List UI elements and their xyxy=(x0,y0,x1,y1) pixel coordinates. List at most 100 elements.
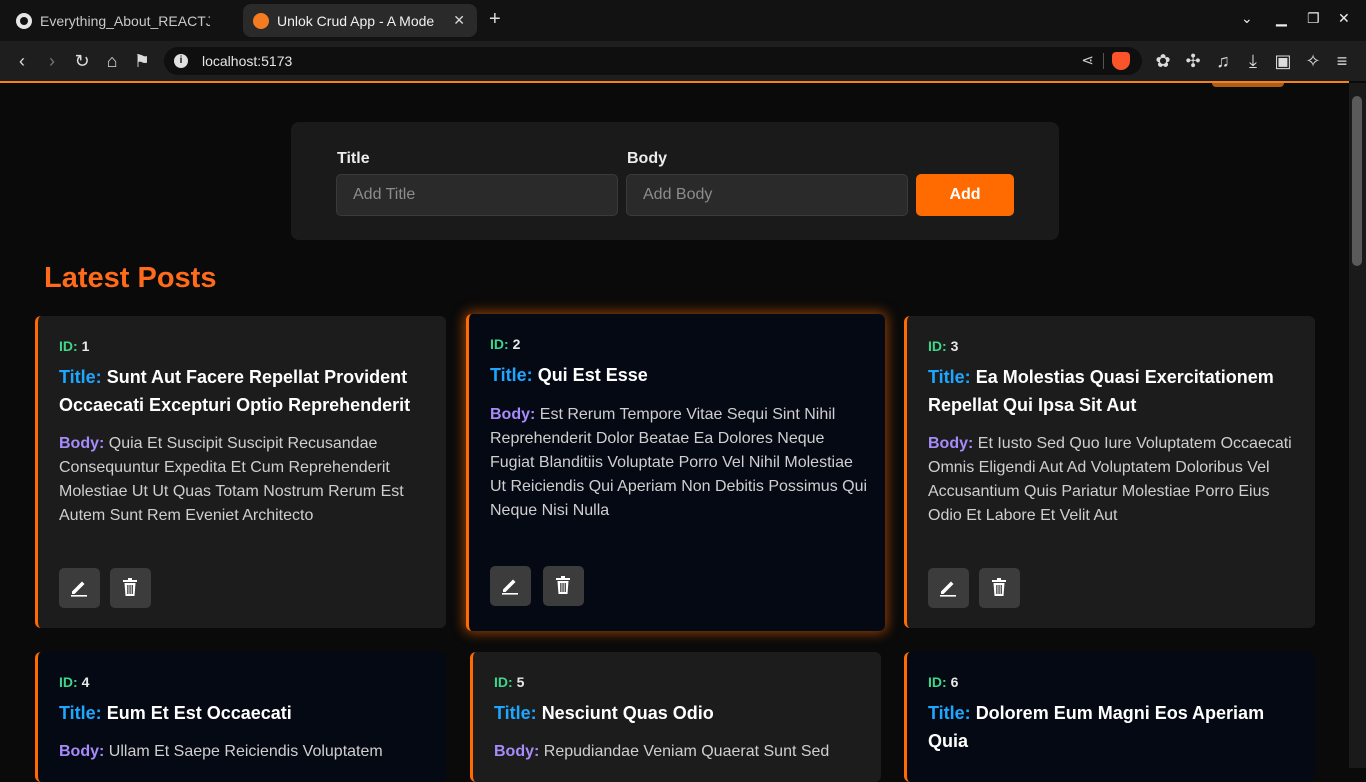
post-title-text: Qui Est Esse xyxy=(537,365,648,385)
id-label: ID: xyxy=(59,338,78,354)
post-body-text: Repudiandae Veniam Quaerat Sunt Sed xyxy=(543,743,830,760)
home-icon[interactable]: ⌂ xyxy=(101,51,123,71)
accent-glow xyxy=(1212,83,1284,87)
browser-tab-github[interactable]: Everything_About_REACTJS xyxy=(8,4,234,37)
post-id: ID: 5 xyxy=(494,674,524,690)
post-card: ID: 3 Title: Ea Molestias Quasi Exercita… xyxy=(904,316,1315,628)
post-title: Title: Eum Et Est Occaecati xyxy=(59,699,429,727)
section-title: Latest Posts xyxy=(44,262,217,294)
body-label: Body: xyxy=(490,406,536,423)
post-title-text: Dolorem Eum Magni Eos Aperiam Quia xyxy=(928,703,1265,751)
chevron-down-icon[interactable]: ⌄ xyxy=(1241,10,1253,27)
delete-button[interactable] xyxy=(110,568,151,608)
post-id: ID: 1 xyxy=(59,338,89,354)
post-id: ID: 4 xyxy=(59,674,89,690)
back-icon[interactable]: ‹ xyxy=(11,51,33,71)
post-title-text: Nesciunt Quas Odio xyxy=(541,703,714,723)
post-id: ID: 2 xyxy=(490,336,520,352)
post-card: ID: 1 Title: Sunt Aut Facere Repellat Pr… xyxy=(35,316,446,628)
post-title: Title: Ea Molestias Quasi Exercitationem… xyxy=(928,363,1298,419)
browser-tab-active[interactable]: Unlok Crud App - A Mode ✕ xyxy=(243,4,477,37)
edit-button[interactable] xyxy=(928,568,969,608)
title-label: Title: xyxy=(928,367,971,387)
trash-icon xyxy=(123,578,137,596)
post-id-value: 3 xyxy=(950,338,959,354)
site-info-icon[interactable]: i xyxy=(174,54,188,68)
post-body: Body: Quia Et Suscipit Suscipit Recusand… xyxy=(59,432,429,528)
extensions-icon[interactable]: ✣ xyxy=(1182,51,1204,71)
id-label: ID: xyxy=(490,336,509,352)
post-body-text: Est Rerum Tempore Vitae Sequi Sint Nihil… xyxy=(490,406,868,519)
body-label: Body: xyxy=(59,435,105,452)
post-card: ID: 4 Title: Eum Et Est Occaecati Body: … xyxy=(35,652,446,782)
id-label: ID: xyxy=(494,674,513,690)
delete-button[interactable] xyxy=(543,566,584,606)
post-title: Title: Sunt Aut Facere Repellat Providen… xyxy=(59,363,429,419)
new-tab-icon[interactable]: + xyxy=(489,9,501,29)
post-id-value: 2 xyxy=(512,336,521,352)
post-title-text: Ea Molestias Quasi Exercitationem Repell… xyxy=(928,367,1274,415)
post-title: Title: Qui Est Esse xyxy=(490,361,870,389)
post-title-text: Eum Et Est Occaecati xyxy=(106,703,292,723)
github-icon xyxy=(16,12,32,29)
title-field-label: Title xyxy=(337,150,370,167)
add-button[interactable]: Add xyxy=(916,174,1014,216)
pencil-icon xyxy=(940,581,956,597)
post-card: ID: 6 Title: Dolorem Eum Magni Eos Aperi… xyxy=(904,652,1315,782)
id-label: ID: xyxy=(59,674,78,690)
divider xyxy=(1103,53,1104,69)
title-input[interactable] xyxy=(336,174,618,216)
title-label: Title: xyxy=(494,703,537,723)
post-card: ID: 5 Title: Nesciunt Quas Odio Body: Re… xyxy=(470,652,881,782)
pencil-icon xyxy=(502,579,518,595)
url-text[interactable]: localhost:5173 xyxy=(202,53,292,69)
brave-shields-icon[interactable] xyxy=(1112,52,1130,70)
post-body-text: Et Iusto Sed Quo Iure Voluptatem Occaeca… xyxy=(928,435,1292,524)
body-label: Body: xyxy=(494,743,540,760)
post-id: ID: 3 xyxy=(928,338,958,354)
pencil-icon xyxy=(71,581,87,597)
leo-ai-icon[interactable]: ✧ xyxy=(1302,51,1324,71)
post-card-active: ID: 2 Title: Qui Est Esse Body: Est Reru… xyxy=(466,314,885,631)
delete-button[interactable] xyxy=(979,568,1020,608)
post-title: Title: Nesciunt Quas Odio xyxy=(494,699,864,727)
media-icon[interactable]: ♫ xyxy=(1212,51,1234,71)
download-icon[interactable]: ⤓ xyxy=(1242,51,1264,71)
reload-icon[interactable]: ↻ xyxy=(71,51,93,71)
post-id-value: 1 xyxy=(81,338,90,354)
post-body: Body: Ullam Et Saepe Reiciendis Voluptat… xyxy=(59,740,429,764)
post-id-value: 5 xyxy=(516,674,525,690)
restore-icon[interactable]: ❐ xyxy=(1307,10,1320,27)
share-icon[interactable]: ⋖ xyxy=(1081,51,1094,69)
post-id-value: 4 xyxy=(81,674,90,690)
address-bar[interactable]: i localhost:5173 ⋖ xyxy=(164,47,1142,75)
close-window-icon[interactable]: ✕ xyxy=(1338,10,1350,27)
brave-rewards-icon[interactable]: ✿ xyxy=(1152,51,1174,71)
id-label: ID: xyxy=(928,674,947,690)
page-top-accent xyxy=(0,81,1349,83)
edit-button[interactable] xyxy=(490,566,531,606)
title-label: Title: xyxy=(928,703,971,723)
sidebar-icon[interactable]: ▣ xyxy=(1272,51,1294,71)
trash-icon xyxy=(556,576,570,594)
tab-title: Everything_About_REACTJS xyxy=(40,12,210,29)
scrollbar-thumb[interactable] xyxy=(1352,96,1362,266)
post-body: Body: Et Iusto Sed Quo Iure Voluptatem O… xyxy=(928,432,1298,528)
post-body: Body: Repudiandae Veniam Quaerat Sunt Se… xyxy=(494,740,864,764)
body-label: Body: xyxy=(928,435,974,452)
post-body-text: Ullam Et Saepe Reiciendis Voluptatem xyxy=(108,743,383,760)
title-label: Title: xyxy=(59,703,102,723)
trash-icon xyxy=(992,578,1006,596)
body-label: Body: xyxy=(59,743,105,760)
body-field-label: Body xyxy=(627,150,667,167)
close-tab-icon[interactable]: ✕ xyxy=(453,12,465,29)
post-body: Body: Est Rerum Tempore Vitae Sequi Sint… xyxy=(490,403,870,523)
edit-button[interactable] xyxy=(59,568,100,608)
minimize-icon[interactable]: ▁ xyxy=(1276,10,1287,27)
body-input[interactable] xyxy=(626,174,908,216)
forward-icon[interactable]: › xyxy=(41,51,63,71)
bookmark-icon[interactable]: ⚑ xyxy=(131,51,153,71)
browser-tabbar: Everything_About_REACTJS Unlok Crud App … xyxy=(0,0,1366,41)
menu-icon[interactable]: ≡ xyxy=(1331,51,1353,71)
post-title: Title: Dolorem Eum Magni Eos Aperiam Qui… xyxy=(928,699,1298,755)
